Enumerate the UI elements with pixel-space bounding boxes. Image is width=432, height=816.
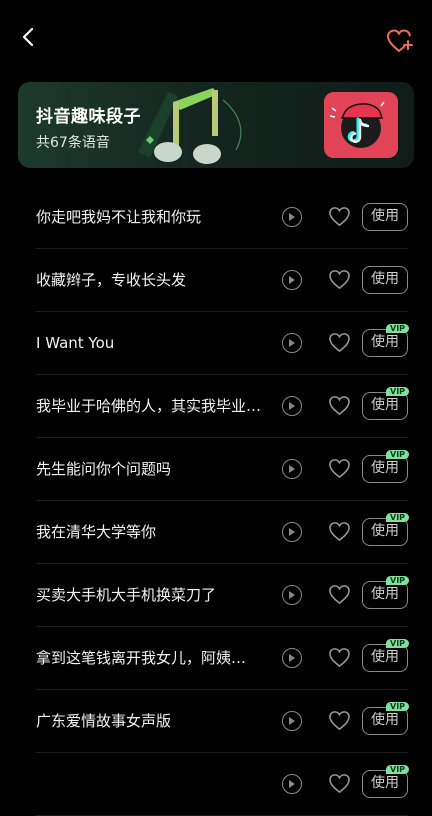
vip-badge: VIP <box>386 513 410 522</box>
heart-icon[interactable] <box>328 584 351 605</box>
heart-icon[interactable] <box>328 206 351 227</box>
album-banner: 抖音趣味段子 共67条语音 <box>18 82 414 168</box>
use-button[interactable]: 使用 <box>362 707 408 735</box>
use-button[interactable]: 使用 <box>362 455 408 483</box>
vip-badge: VIP <box>386 765 410 774</box>
play-icon[interactable] <box>282 333 302 353</box>
heart-icon[interactable] <box>328 773 351 794</box>
voice-title: 先生能问你个问题吗 <box>36 460 172 478</box>
vip-badge: VIP <box>386 324 410 333</box>
vip-badge: VIP <box>386 639 410 648</box>
use-button[interactable]: 使用 <box>362 644 408 672</box>
vip-badge: VIP <box>386 702 410 711</box>
list-item[interactable]: 你走吧我妈不让我和你玩 使用 <box>36 186 408 249</box>
list-item[interactable]: 拿到这笔钱离开我女儿，阿姨… 使用 VIP <box>36 627 410 690</box>
use-button[interactable]: 使用 <box>362 266 408 294</box>
use-button[interactable]: 使用 <box>362 329 408 357</box>
vip-badge: VIP <box>386 387 410 396</box>
use-button[interactable]: 使用 <box>362 581 408 609</box>
voice-title: I Want You <box>36 334 115 352</box>
play-icon[interactable] <box>282 396 302 416</box>
use-button[interactable]: 使用 <box>362 392 408 420</box>
vip-badge: VIP <box>386 576 410 585</box>
voice-title: 收藏辫子，专收长头发 <box>36 271 187 289</box>
play-icon[interactable] <box>282 270 302 290</box>
voice-list: 你走吧我妈不让我和你玩 使用 收藏辫子，专收长头发 使用 I Want You … <box>0 186 432 816</box>
voice-title: 拿到这笔钱离开我女儿，阿姨… <box>36 649 247 667</box>
voice-title: 我毕业于哈佛的人，其实我毕业于… <box>36 397 266 415</box>
heart-icon[interactable] <box>328 269 351 290</box>
heart-icon[interactable] <box>328 395 351 416</box>
heart-icon[interactable] <box>328 647 351 668</box>
heart-icon[interactable] <box>328 521 351 542</box>
top-bar <box>0 0 432 80</box>
back-icon[interactable] <box>18 26 40 48</box>
play-icon[interactable] <box>282 585 302 605</box>
play-icon[interactable] <box>282 774 302 794</box>
use-button[interactable]: 使用 <box>362 518 408 546</box>
voice-title: 我在清华大学等你 <box>36 523 157 541</box>
list-item[interactable]: 收藏辫子，专收长头发 使用 <box>36 249 408 312</box>
vip-badge: VIP <box>386 450 410 459</box>
play-icon[interactable] <box>282 207 302 227</box>
heart-icon[interactable] <box>328 458 351 479</box>
list-item[interactable]: 先生能问你个问题吗 使用 VIP <box>36 438 410 501</box>
list-item[interactable]: 使用 VIP <box>36 753 410 816</box>
play-icon[interactable] <box>282 648 302 668</box>
list-item[interactable]: I Want You 使用 VIP <box>36 312 410 375</box>
list-item[interactable]: 广东爱情故事女声版 使用 VIP <box>36 690 410 753</box>
list-item[interactable]: 买卖大手机大手机换菜刀了 使用 VIP <box>36 564 410 627</box>
play-icon[interactable] <box>282 522 302 542</box>
heart-icon[interactable] <box>328 332 351 353</box>
play-icon[interactable] <box>282 711 302 731</box>
play-icon[interactable] <box>282 459 302 479</box>
banner-count: 共67条语音 <box>36 135 110 151</box>
use-button[interactable]: 使用 <box>362 770 408 798</box>
voice-title: 买卖大手机大手机换菜刀了 <box>36 586 217 604</box>
favorite-add-icon[interactable] <box>386 28 414 54</box>
banner-title: 抖音趣味段子 <box>36 107 141 127</box>
list-item[interactable]: 我毕业于哈佛的人，其实我毕业于… 使用 VIP <box>36 375 410 438</box>
use-button[interactable]: 使用 <box>362 203 408 231</box>
voice-title: 你走吧我妈不让我和你玩 <box>36 208 202 226</box>
list-item[interactable]: 我在清华大学等你 使用 VIP <box>36 501 410 564</box>
heart-icon[interactable] <box>328 710 351 731</box>
voice-title: 广东爱情故事女声版 <box>36 712 172 730</box>
tiktok-logo-icon <box>324 92 398 158</box>
